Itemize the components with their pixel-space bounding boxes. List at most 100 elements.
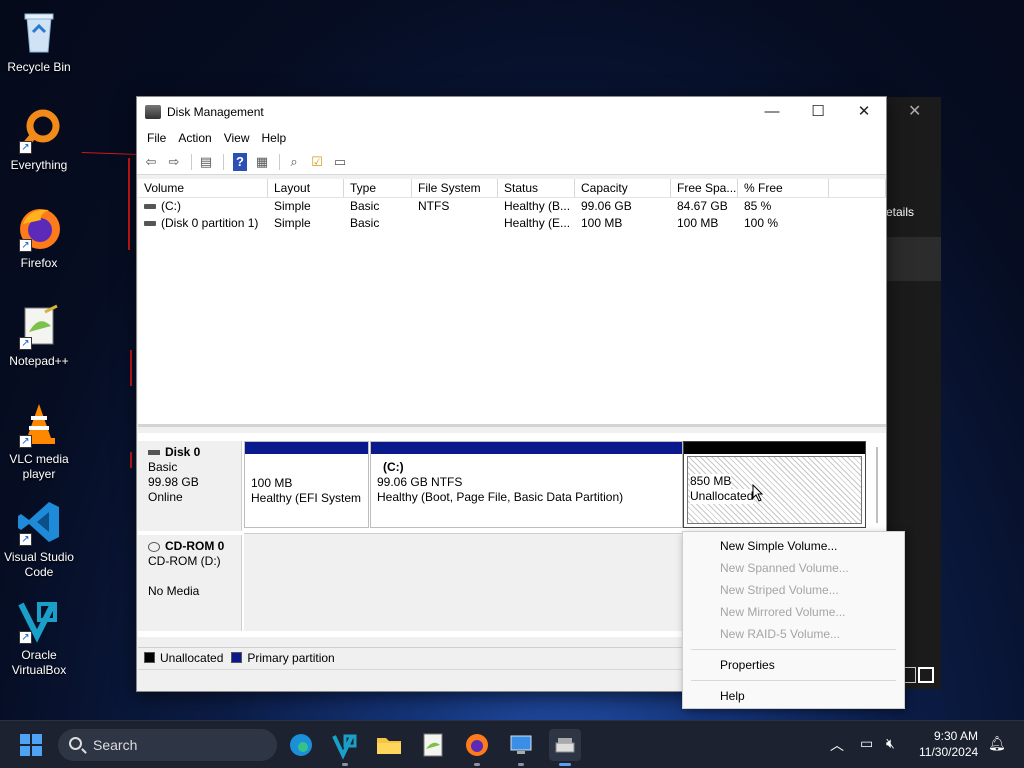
cell-file-system [412, 215, 498, 232]
firefox-icon: ↗ [15, 204, 63, 252]
menu-item-help[interactable]: Help [683, 685, 904, 707]
desktop-icon-firefox[interactable]: ↗ Firefox [2, 204, 76, 271]
cdrom-0-label[interactable]: CD-ROM 0 CD-ROM (D:) No Media [138, 535, 242, 631]
column-header-type[interactable]: Type [344, 179, 412, 197]
menu-bar: File Action View Help [137, 127, 886, 149]
menu-view[interactable]: View [218, 131, 256, 145]
column-header-capacity[interactable]: Capacity [575, 179, 671, 197]
menu-help[interactable]: Help [256, 131, 293, 145]
desktop-icon-recycle-bin[interactable]: Recycle Bin [2, 8, 76, 75]
partition-c[interactable]: (C:) 99.06 GB NTFS Healthy (Boot, Page F… [370, 441, 683, 528]
toolbar-separator [279, 153, 280, 170]
show-hidden-icons-chevron-icon[interactable]: ︿ [830, 735, 844, 755]
legend-unallocated: Unallocated [160, 650, 224, 665]
column-header-layout[interactable]: Layout [268, 179, 344, 197]
cell-volume: (C:) [161, 199, 181, 213]
disk-size: 99.98 GB [148, 475, 199, 489]
notification-bell-icon[interactable]: 🔔︎ [988, 735, 1006, 752]
settings-list-icon[interactable]: ▭ [330, 153, 350, 171]
menu-item-new-mirrored-volume[interactable]: New Mirrored Volume... [683, 601, 904, 623]
menu-separator [691, 680, 896, 681]
close-button[interactable]: ✕ [841, 97, 887, 127]
disk-state: Online [148, 490, 183, 504]
taskbar-disk-management-icon[interactable] [549, 729, 581, 766]
vertical-scrollbar[interactable] [876, 447, 878, 523]
clock-date[interactable]: 11/30/2024 [919, 745, 978, 759]
desktop-icon-label-line2: player [22, 467, 56, 481]
desktop-icon-vlc[interactable]: ↗ VLC media player [2, 400, 76, 482]
red-annotation-mark [130, 350, 134, 386]
column-header-status[interactable]: Status [498, 179, 575, 197]
column-header-free-space[interactable]: Free Spa... [671, 179, 738, 197]
desktop-icon-everything[interactable]: ↗ Everything [2, 106, 76, 173]
start-button[interactable] [20, 734, 42, 756]
red-annotation-mark [130, 452, 135, 468]
taskbar-notepadpp-icon[interactable] [417, 729, 449, 761]
properties-icon[interactable]: ▦ [252, 153, 272, 171]
cell-status: Healthy (E... [504, 216, 571, 230]
menu-item-new-raid5-volume[interactable]: New RAID-5 Volume... [683, 623, 904, 645]
background-window-band [886, 237, 941, 281]
column-header-file-system[interactable]: File System [412, 179, 498, 197]
cell-type: Basic [350, 216, 380, 230]
table-row[interactable]: (C:) Simple Basic NTFS Healthy (B... 99.… [138, 198, 886, 215]
view-tiles-icon[interactable] [918, 667, 934, 683]
back-arrow-icon[interactable]: ⇦ [141, 153, 161, 171]
maximize-button[interactable]: ☐ [795, 97, 841, 127]
forward-arrow-icon[interactable]: ⇨ [164, 153, 184, 171]
desktop-icon-notepadpp[interactable]: ↗ Notepad++ [2, 302, 76, 369]
desktop-icon-vscode[interactable]: ↗ Visual Studio Code [2, 498, 76, 580]
cdrom-name: CD-ROM 0 [165, 539, 225, 553]
partition-status: Healthy (EFI System Partition) [251, 491, 363, 505]
menu-item-new-striped-volume[interactable]: New Striped Volume... [683, 579, 904, 601]
close-icon[interactable]: ✕ [908, 101, 921, 121]
legend-primary: Primary partition [247, 650, 335, 665]
desktop-icon-label-line1: Visual Studio [4, 550, 74, 564]
taskbar-edge-icon[interactable] [285, 729, 317, 761]
cell-free-space: 100 MB [677, 216, 719, 230]
disk-icon [148, 450, 160, 456]
column-header-blank[interactable] [829, 179, 886, 197]
check-icon[interactable]: ☑ [307, 153, 327, 171]
column-header-volume[interactable]: Volume [138, 179, 268, 197]
taskbar-virtualbox-icon[interactable] [329, 729, 361, 766]
taskbar: Search ︿ ▭ 🔇︎ 9:30 AM 11/30/2024 🔔︎ [0, 720, 1024, 768]
network-icon[interactable]: ▭ [860, 735, 873, 752]
partition-unallocated[interactable]: 850 MB Unallocated [683, 441, 866, 528]
cdrom-icon [148, 541, 160, 552]
cell-free-space: 84.67 GB [677, 199, 728, 213]
disk-0-label[interactable]: Disk 0 Basic 99.98 GB Online [138, 441, 242, 531]
menu-item-new-spanned-volume[interactable]: New Spanned Volume... [683, 557, 904, 579]
partition-color-bar [371, 442, 682, 454]
cell-type: Basic [350, 199, 380, 213]
search-icon [69, 737, 82, 750]
taskbar-search[interactable]: Search [58, 729, 277, 761]
connect-icon[interactable]: ⌕ [284, 153, 304, 171]
title-bar[interactable]: Disk Management — ☐ ✕ [137, 97, 886, 127]
partition-efi[interactable]: 100 MB Healthy (EFI System Partition) [244, 441, 369, 528]
cdrom-type: CD-ROM (D:) [148, 554, 221, 568]
help-icon[interactable]: ? [233, 152, 247, 171]
taskbar-firefox-icon[interactable] [461, 729, 493, 766]
desktop-icon-label-line1: Oracle [21, 648, 57, 662]
menu-action[interactable]: Action [172, 131, 217, 145]
toolbar-separator [223, 153, 224, 170]
legend-swatch-primary [231, 652, 243, 663]
clock-time[interactable]: 9:30 AM [934, 729, 978, 743]
vlc-cone-icon: ↗ [15, 400, 63, 448]
menu-item-new-simple-volume[interactable]: New Simple Volume... [683, 535, 904, 557]
partition-size: 100 MB [251, 476, 293, 490]
volume-muted-icon[interactable]: 🔇︎ [886, 735, 895, 752]
show-hide-console-tree-icon[interactable]: ▤ [196, 153, 216, 171]
menu-file[interactable]: File [141, 131, 172, 145]
desktop-icon-virtualbox[interactable]: ↗ Oracle VirtualBox [2, 596, 76, 678]
minimize-button[interactable]: — [749, 97, 795, 127]
desktop-icon-label: Recycle Bin [7, 60, 71, 74]
volume-list: Volume Layout Type File System Status Ca… [138, 179, 886, 427]
taskbar-remote-desktop-icon[interactable] [505, 729, 537, 766]
column-header-percent-free[interactable]: % Free [738, 179, 829, 197]
taskbar-file-explorer-icon[interactable] [373, 729, 405, 761]
notepad-plus-plus-icon: ↗ [15, 302, 63, 350]
table-row[interactable]: (Disk 0 partition 1) Simple Basic Health… [138, 215, 886, 232]
menu-item-properties[interactable]: Properties [683, 654, 904, 676]
